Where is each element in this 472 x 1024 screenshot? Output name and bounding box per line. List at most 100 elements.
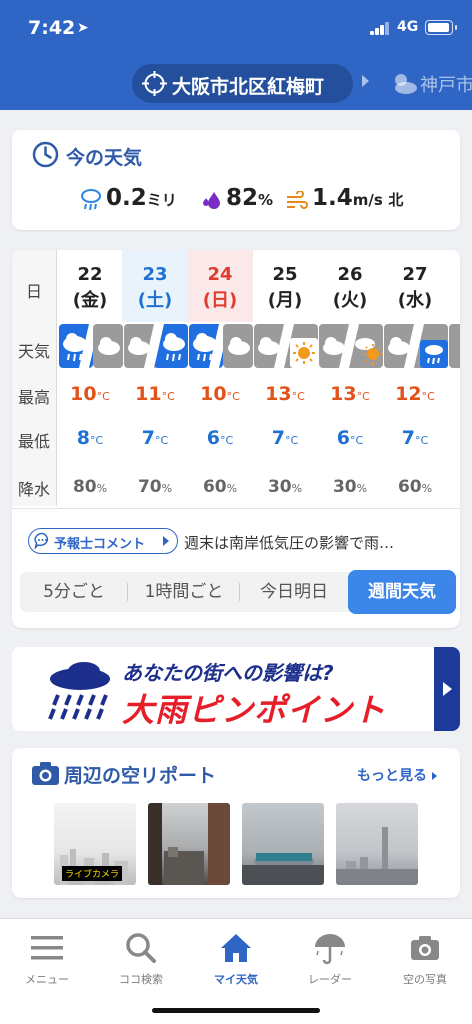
cloudy-then-rain-icon xyxy=(384,324,448,368)
sky-photo-3[interactable] xyxy=(242,803,324,885)
cloudy-then-sunny-icon xyxy=(319,324,383,368)
sky-photo-4[interactable] xyxy=(336,803,418,885)
day-column-23[interactable]: 23 (土) 11°C 7°C 70% xyxy=(122,250,188,506)
tab-menu-label: メニュー xyxy=(25,973,69,986)
livecam-badge: ライブカメラ xyxy=(62,866,123,881)
row-label-min: 最低 xyxy=(17,432,50,451)
tab-menu[interactable]: メニュー xyxy=(0,927,94,991)
max-temperature: 10°C xyxy=(200,383,240,405)
next-location-tab[interactable]: 神戸市 xyxy=(420,71,472,97)
cloudy-then-sunny-icon xyxy=(254,324,318,368)
day-column-26[interactable]: 26 (火) 13°C 6°C 30% xyxy=(317,250,383,506)
network-type: 4G xyxy=(397,19,419,35)
day-column-24[interactable]: 24 (日) 10°C 6°C 60% xyxy=(187,250,253,506)
precipitation-chance: 70% xyxy=(137,477,173,497)
sky-report-title: 周辺の空リポート xyxy=(64,765,217,787)
day-number: 27 xyxy=(402,264,428,285)
tab-today-tomorrow[interactable]: 今日明日 xyxy=(240,572,348,612)
crosshair-icon xyxy=(142,71,167,96)
day-header: 26 (火) xyxy=(317,250,383,322)
sky-photo-livecam[interactable]: ライブカメラ xyxy=(54,803,136,885)
max-temperature: 13°C xyxy=(330,383,370,405)
day-header: 23 (土) xyxy=(122,250,188,322)
tab-weekly[interactable]: 週間天気 xyxy=(348,570,456,614)
tab-5min[interactable]: 5分ごと xyxy=(20,572,128,612)
humidity-reading: 82% xyxy=(226,185,274,211)
distant-city-image xyxy=(336,827,418,885)
row-label-day: 日 xyxy=(25,282,42,301)
precipitation-chance: 60% xyxy=(202,477,238,497)
rain-cloud-icon xyxy=(48,662,110,720)
day-number: 22 xyxy=(77,264,103,285)
cloudy-then-rain-icon xyxy=(124,324,188,368)
tab-my-weather[interactable]: マイ天気 xyxy=(189,927,283,991)
sky-report-card: 周辺の空リポート もっと見る ライブカメラ xyxy=(12,748,460,898)
battery-icon xyxy=(425,20,457,35)
heavy-rain-pinpoint-banner[interactable]: あなたの街への影響は? 大雨ピンポイント xyxy=(12,647,460,731)
day-column-25[interactable]: 25 (月) 13°C 7°C 30% xyxy=(252,250,318,506)
day-column-22[interactable]: 22 (金) 10°C 8°C 80% xyxy=(57,250,123,506)
max-temperature: 10°C xyxy=(70,383,110,405)
day-weekday: (月) xyxy=(267,290,303,311)
precipitation-reading: 0.2ミリ xyxy=(106,185,177,211)
next-location-arrow-icon xyxy=(362,75,369,87)
current-weather-card[interactable]: 今の天気 0.2ミリ 82% 1.4m/s 北 xyxy=(12,130,460,230)
app-header: 7:42 ➤ 4G 大阪市北区紅梅町 神戸市 xyxy=(0,0,472,110)
day-weekday: (金) xyxy=(72,290,108,311)
banner-subtitle: あなたの街への影響は? xyxy=(122,661,334,685)
stadium-view-image xyxy=(242,853,324,885)
tab-radar-label: レーダー xyxy=(308,973,352,986)
tab-search[interactable]: ココ検索 xyxy=(94,927,188,991)
tab-hourly[interactable]: 1時間ごと xyxy=(128,572,240,612)
chevron-right-icon xyxy=(163,536,169,546)
day-weekday: (日) xyxy=(202,290,238,311)
precipitation-chance: 30% xyxy=(267,477,303,497)
min-temperature: 8°C xyxy=(76,427,104,449)
rain-gauge-icon xyxy=(81,189,101,211)
forecaster-comment-text[interactable]: 週末は南岸低気圧の影響で雨… xyxy=(184,532,454,553)
rain-then-cloudy-icon xyxy=(59,324,123,368)
tab-my-weather-label: マイ天気 xyxy=(214,973,258,986)
precipitation-chance: 30% xyxy=(332,477,368,497)
precipitation-chance: 80% xyxy=(72,477,108,497)
hamburger-menu-icon xyxy=(31,936,63,960)
camera-icon xyxy=(32,762,59,785)
signal-icon xyxy=(370,21,390,35)
day-weekday: (土) xyxy=(137,290,173,311)
day-header: 27 (水) xyxy=(382,250,448,322)
day-number: 23 xyxy=(142,264,168,285)
current-weather-values: 0.2ミリ 82% 1.4m/s 北 xyxy=(12,185,460,219)
see-more-link[interactable]: もっと見る xyxy=(357,765,437,785)
day-header: 25 (月) xyxy=(252,250,318,322)
next-day-column-peek xyxy=(449,324,460,368)
forecaster-comment-button[interactable]: 予報士コメント xyxy=(28,528,178,554)
search-icon xyxy=(126,933,156,963)
tab-radar[interactable]: レーダー xyxy=(283,927,377,991)
day-number: 24 xyxy=(207,264,233,285)
tab-sky-photos[interactable]: 空の写真 xyxy=(378,927,472,991)
max-temperature: 12°C xyxy=(395,383,435,405)
clock-icon xyxy=(32,141,59,168)
day-column-27[interactable]: 27 (水) 12°C 7°C 60% xyxy=(382,250,448,506)
banner-title: 大雨ピンポイント xyxy=(122,691,387,729)
building-view-image xyxy=(148,803,230,885)
day-number: 26 xyxy=(337,264,363,285)
row-label-weather: 天気 xyxy=(17,342,50,361)
current-location-pill[interactable]: 大阪市北区紅梅町 xyxy=(132,64,353,103)
status-time: 7:42 xyxy=(28,17,76,39)
forecaster-comment-label: 予報士コメント xyxy=(54,537,146,552)
rain-then-cloudy-icon xyxy=(189,324,253,368)
day-weekday: (火) xyxy=(332,290,368,311)
precipitation-chance: 60% xyxy=(397,477,433,497)
tab-search-label: ココ検索 xyxy=(119,973,163,986)
min-temperature: 7°C xyxy=(401,427,429,449)
wind-reading: 1.4m/s 北 xyxy=(312,185,404,211)
row-label-max: 最高 xyxy=(17,388,50,407)
humidity-drops-icon xyxy=(203,192,220,209)
min-temperature: 7°C xyxy=(141,427,169,449)
day-header: 22 (金) xyxy=(57,250,123,322)
forecast-divider xyxy=(12,508,460,509)
day-header: 24 (日) xyxy=(187,250,253,322)
sun-cloud-icon xyxy=(395,74,417,94)
sky-photo-2[interactable] xyxy=(148,803,230,885)
